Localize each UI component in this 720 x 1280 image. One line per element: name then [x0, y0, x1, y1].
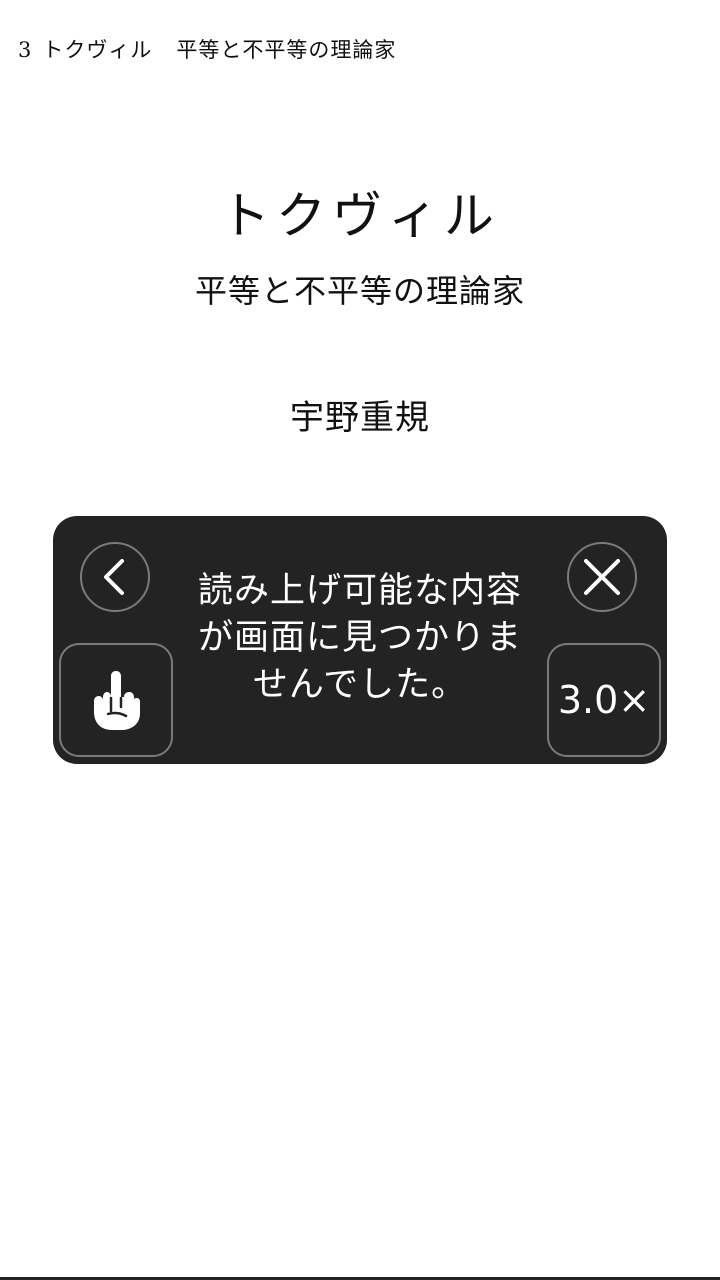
close-button[interactable] [567, 542, 637, 612]
close-x-icon [584, 559, 620, 595]
chevron-left-icon [104, 559, 124, 595]
touch-to-speak-button[interactable] [59, 643, 173, 757]
chapter-name: トクヴィル [42, 38, 153, 62]
page-subtitle: 平等と不平等の理論家 [194, 272, 525, 310]
running-header: 3 トクヴィル 平等と不平等の理論家 [18, 34, 396, 64]
chapter-subtitle: 平等と不平等の理論家 [176, 38, 397, 62]
author-name: 宇野重規 [290, 398, 430, 438]
chapter-number: 3 [18, 38, 33, 62]
speed-button[interactable]: 3.0× [547, 643, 661, 757]
no-content-message: 読み上げ可能な内容が画面に見つかりませんでした。 [197, 571, 522, 705]
pointing-hand-icon [94, 671, 140, 730]
speech-controller-panel: 読み上げ可能な内容が画面に見つかりませんでした。 3.0× [53, 516, 667, 764]
page-title: トクヴィル [220, 187, 500, 245]
speed-label: 3.0× [557, 678, 651, 722]
back-button[interactable] [80, 542, 150, 612]
